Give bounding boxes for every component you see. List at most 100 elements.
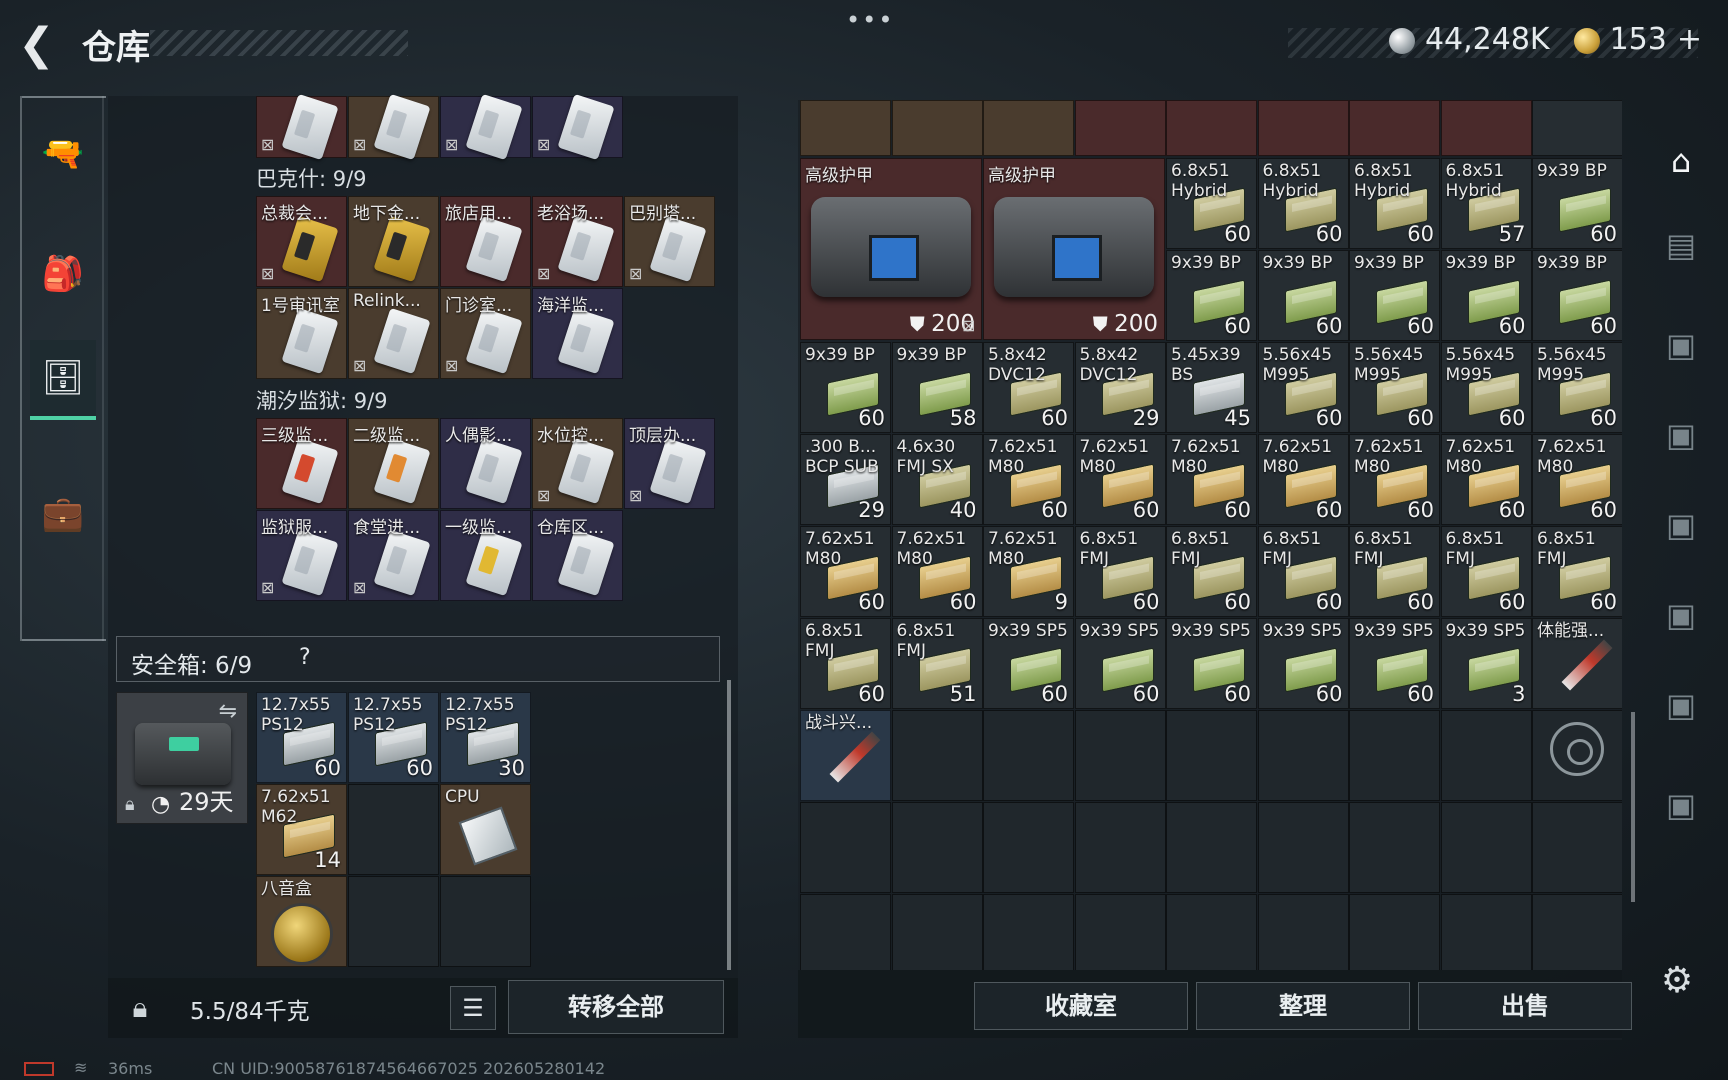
key-item[interactable]: 顶层办... ⊠ xyxy=(624,418,715,509)
warehouse-item[interactable]: 5.45x39 BS 45 xyxy=(1166,342,1257,433)
partial-item[interactable] xyxy=(983,100,1074,156)
partial-item[interactable] xyxy=(800,100,891,156)
briefcase-icon[interactable]: 💼 xyxy=(30,474,96,554)
key-item[interactable]: 巴别塔... ⊠ xyxy=(624,196,715,287)
gear-icon[interactable]: ⚙ xyxy=(1646,960,1708,1012)
warehouse-item[interactable]: 7.62x51 M80 60 xyxy=(800,526,891,617)
warehouse-item[interactable]: 9x39 SP5 3 xyxy=(1440,618,1532,709)
add-gold-button[interactable]: + xyxy=(1677,22,1702,57)
safebox-item[interactable]: 12.7x55 PS12 60 xyxy=(256,692,347,783)
safebox-item[interactable]: 12.7x55 PS12 30 xyxy=(440,692,531,783)
warehouse-item[interactable]: 9x39 SP5 60 xyxy=(1349,618,1440,709)
warehouse-item[interactable]: 7.62x51 M80 60 xyxy=(1532,434,1622,525)
warehouse-item[interactable]: 5.56x45 M995 60 xyxy=(1349,342,1440,433)
warehouse-item[interactable]: 9x39 SP5 60 xyxy=(983,618,1074,709)
backpack-icon[interactable]: 🎒 xyxy=(30,234,96,314)
warehouse-item[interactable]: 5.56x45 M995 60 xyxy=(1532,342,1622,433)
safebox-item[interactable]: CPU xyxy=(440,784,531,875)
lock-icon[interactable]: 🔒︎ xyxy=(118,986,162,1030)
key-item[interactable]: 人偶影... xyxy=(440,418,531,509)
partial-item[interactable] xyxy=(1349,100,1440,156)
safebox-item[interactable]: 7.62x51 M62 14 xyxy=(256,784,347,875)
warehouse-item[interactable]: 9x39 BP 58 xyxy=(891,342,983,433)
warehouse-item[interactable]: 5.56x45 M995 60 xyxy=(1257,342,1349,433)
warehouse-item[interactable]: 6.8x51 FMJ 60 xyxy=(800,618,891,709)
warehouse-item[interactable]: 7.62x51 M80 60 xyxy=(1074,434,1166,525)
warehouse-icon[interactable]: ⌂ xyxy=(1650,130,1712,192)
warehouse-item[interactable]: 9x39 BP 60 xyxy=(1532,158,1622,249)
warehouse-item[interactable]: 9x39 BP 60 xyxy=(1257,250,1349,341)
sell-button[interactable]: 出售 xyxy=(1418,982,1632,1030)
warehouse-item[interactable]: 6.8x51 FMJ 60 xyxy=(1257,526,1349,617)
warehouse-item[interactable]: 6.8x51 FMJ 60 xyxy=(1166,526,1257,617)
key-item[interactable]: 一级监... xyxy=(440,510,531,601)
warehouse-item[interactable]: 战斗兴... xyxy=(800,710,891,801)
tab-iv-icon[interactable]: ▤ xyxy=(1650,214,1712,276)
warehouse-item[interactable]: 7.62x51 M80 60 xyxy=(983,434,1074,525)
warehouse-item[interactable]: 7.62x51 M80 60 xyxy=(1440,434,1532,525)
key-item[interactable]: ⊠ xyxy=(348,93,439,161)
key-item[interactable]: 老浴场... ⊠ xyxy=(532,196,623,287)
warehouse-item[interactable]: 4.6x30 FMJ SX 40 xyxy=(891,434,983,525)
warehouse-item[interactable]: 7.62x51 M80 60 xyxy=(1166,434,1257,525)
target-icon[interactable] xyxy=(1550,722,1604,776)
key-item[interactable]: 水位控... ⊠ xyxy=(532,418,623,509)
warehouse-item[interactable]: 9x39 BP 60 xyxy=(1349,250,1440,341)
tab-v-icon[interactable]: ▣ xyxy=(1650,674,1712,736)
back-arrow-icon[interactable]: ❮ xyxy=(18,22,64,68)
warehouse-item[interactable]: 9x39 BP 60 xyxy=(1166,250,1257,341)
collection-button[interactable]: 收藏室 xyxy=(974,982,1188,1030)
partial-item[interactable] xyxy=(891,100,983,156)
list-icon[interactable]: ☰ xyxy=(450,986,496,1030)
safebox-item[interactable]: 八音盒 xyxy=(256,876,347,967)
warehouse-item[interactable]: 6.8x51 FMJ 60 xyxy=(1440,526,1532,617)
key-item[interactable]: 总裁会... ⊠ xyxy=(256,196,347,287)
warehouse-item[interactable]: 6.8x51 FMJ 60 xyxy=(1074,526,1166,617)
tab-v-icon[interactable]: ▣ xyxy=(1650,584,1712,646)
armor-item[interactable]: 高级护甲 ⛊ 200 ⊠ xyxy=(962,158,1165,340)
right-scrollbar[interactable] xyxy=(1631,712,1635,902)
key-item[interactable]: 食堂进... ⊠ xyxy=(348,510,439,601)
key-item[interactable]: 二级监... xyxy=(348,418,439,509)
partial-item[interactable] xyxy=(1440,100,1532,156)
warehouse-item[interactable]: 7.62x51 M80 9 xyxy=(983,526,1074,617)
key-item[interactable]: 监狱服... ⊠ xyxy=(256,510,347,601)
warehouse-item[interactable]: 9x39 SP5 60 xyxy=(1166,618,1257,709)
warehouse-item[interactable]: 7.62x51 M80 60 xyxy=(891,526,983,617)
partial-item[interactable] xyxy=(1532,100,1622,156)
key-item[interactable]: Relink... ⊠ xyxy=(348,288,439,379)
gun-icon[interactable]: 🔫 xyxy=(30,114,96,194)
warehouse-item[interactable]: 6.8x51 Hybrid 57 xyxy=(1440,158,1532,249)
warehouse-item[interactable]: 7.62x51 M80 60 xyxy=(1257,434,1349,525)
warehouse-item[interactable]: 9x39 BP 60 xyxy=(1532,250,1622,341)
key-item[interactable]: ⊠ xyxy=(256,93,347,161)
warehouse-item[interactable]: 7.62x51 M80 60 xyxy=(1349,434,1440,525)
sort-button[interactable]: 整理 xyxy=(1196,982,1410,1030)
safebox-item[interactable]: 12.7x55 PS12 60 xyxy=(348,692,439,783)
tab-v-icon[interactable]: ▣ xyxy=(1650,314,1712,376)
transfer-all-button[interactable]: 转移全部 xyxy=(508,980,724,1034)
warehouse-item[interactable]: 6.8x51 FMJ 60 xyxy=(1532,526,1622,617)
warehouse-item[interactable]: 6.8x51 Hybrid 60 xyxy=(1349,158,1440,249)
warehouse-item[interactable]: 5.8x42 DVC12 60 xyxy=(983,342,1074,433)
warehouse-item[interactable]: 9x39 BP 60 xyxy=(1440,250,1532,341)
partial-item[interactable] xyxy=(1166,100,1257,156)
tab-v-icon[interactable]: ▣ xyxy=(1650,774,1712,836)
warehouse-item[interactable]: 9x39 SP5 60 xyxy=(1257,618,1349,709)
warehouse-item[interactable]: .300 B... BCP SUB 29 xyxy=(800,434,891,525)
tab-v-icon[interactable]: ▣ xyxy=(1650,494,1712,556)
key-item[interactable]: 旅店用... xyxy=(440,196,531,287)
warehouse-item[interactable]: 9x39 SP5 60 xyxy=(1074,618,1166,709)
warehouse-item[interactable]: 9x39 BP 60 xyxy=(800,342,891,433)
key-item[interactable]: ⊠ xyxy=(440,93,531,161)
warehouse-item[interactable]: 6.8x51 Hybrid 60 xyxy=(1257,158,1349,249)
warehouse-item[interactable]: 5.56x45 M995 60 xyxy=(1440,342,1532,433)
key-item[interactable]: 三级监... xyxy=(256,418,347,509)
left-scrollbar[interactable] xyxy=(727,680,731,970)
warehouse-item[interactable]: 6.8x51 FMJ 60 xyxy=(1349,526,1440,617)
key-item[interactable]: 地下金... xyxy=(348,196,439,287)
safebox-container[interactable]: ⇋ 🔒︎ ◔ 29天 xyxy=(116,692,248,824)
warehouse-item[interactable]: 体能强... xyxy=(1532,618,1622,709)
help-icon[interactable]: ? xyxy=(299,645,311,670)
armor-item[interactable]: 高级护甲 ⛊ 200 xyxy=(800,158,982,340)
